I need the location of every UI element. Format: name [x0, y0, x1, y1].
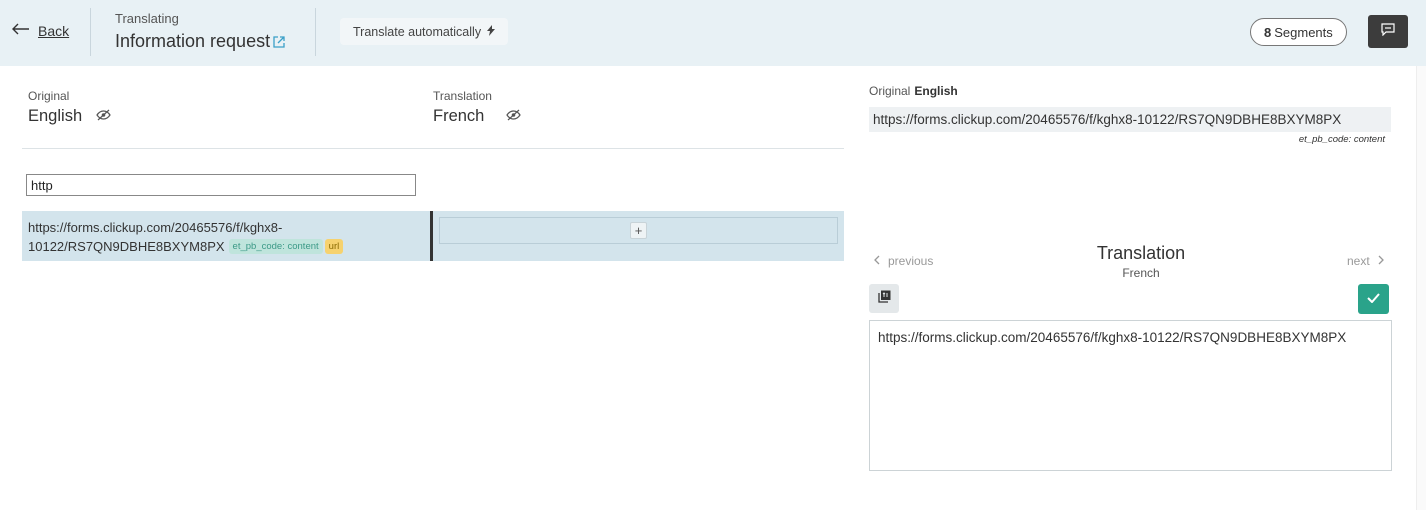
original-text-box: https://forms.clickup.com/20465576/f/kgh… — [869, 107, 1391, 132]
code-tag-badge: et_pb_code: content — [228, 239, 323, 254]
translation-language: French — [1122, 266, 1160, 280]
eye-slash-icon[interactable] — [506, 107, 522, 126]
external-link-icon[interactable] — [272, 35, 286, 49]
chevron-right-icon — [1378, 254, 1384, 268]
eye-slash-icon[interactable] — [96, 107, 111, 126]
segment-divider — [430, 211, 433, 261]
confirm-translation-button[interactable] — [1358, 284, 1389, 314]
copy-original-button[interactable] — [869, 284, 899, 313]
translation-language-header: Translation French — [433, 89, 522, 126]
chevron-left-icon — [874, 254, 880, 268]
original-label: Original — [28, 89, 70, 103]
next-button[interactable]: next — [1347, 254, 1384, 268]
segment-source: https://forms.clickup.com/20465576/f/kgh… — [28, 218, 428, 256]
original-label: Original — [869, 84, 911, 98]
original-header: Original English — [869, 84, 958, 98]
segments-count: 8 — [1264, 24, 1272, 40]
back-link[interactable]: Back — [12, 22, 69, 40]
lightning-icon — [487, 24, 496, 39]
check-icon — [1367, 290, 1380, 308]
next-label: next — [1347, 254, 1370, 268]
scrollbar[interactable] — [1416, 66, 1426, 510]
translation-language: French — [433, 107, 485, 125]
copy-icon — [877, 290, 891, 308]
translate-automatically-label: Translate automatically — [353, 24, 482, 39]
original-language-header: Original English — [28, 89, 111, 126]
translation-title: Translation — [1096, 243, 1186, 263]
add-translation-button[interactable]: + — [630, 222, 647, 239]
previous-label: previous — [888, 254, 934, 268]
segment-row[interactable]: https://forms.clickup.com/20465576/f/kgh… — [22, 211, 844, 261]
arrow-left-icon — [12, 22, 30, 40]
comment-button[interactable] — [1368, 15, 1408, 48]
page-title-text: Information request — [115, 31, 271, 51]
segments-button[interactable]: 8 Segments — [1250, 18, 1347, 46]
comment-icon — [1381, 22, 1395, 41]
original-language: English — [914, 84, 958, 98]
divider — [315, 8, 316, 56]
translation-label: Translation — [433, 89, 492, 103]
divider — [90, 8, 91, 56]
url-tag-badge: url — [324, 239, 344, 254]
page-title: Information request — [115, 31, 286, 52]
translating-label: Translating — [115, 11, 179, 26]
top-bar: Back Translating Information request Tra… — [0, 0, 1426, 66]
segments-label: Segments — [1274, 24, 1333, 40]
translate-automatically-button[interactable]: Translate automatically — [340, 18, 509, 45]
previous-button[interactable]: previous — [874, 254, 933, 268]
translation-textarea[interactable]: https://forms.clickup.com/20465576/f/kgh… — [869, 320, 1392, 471]
original-context-note: et_pb_code: content — [1298, 134, 1385, 145]
original-language: English — [28, 107, 83, 125]
segment-target-field[interactable]: + — [439, 217, 838, 244]
back-label: Back — [38, 23, 70, 39]
divider — [22, 148, 844, 149]
search-input[interactable] — [26, 174, 416, 196]
